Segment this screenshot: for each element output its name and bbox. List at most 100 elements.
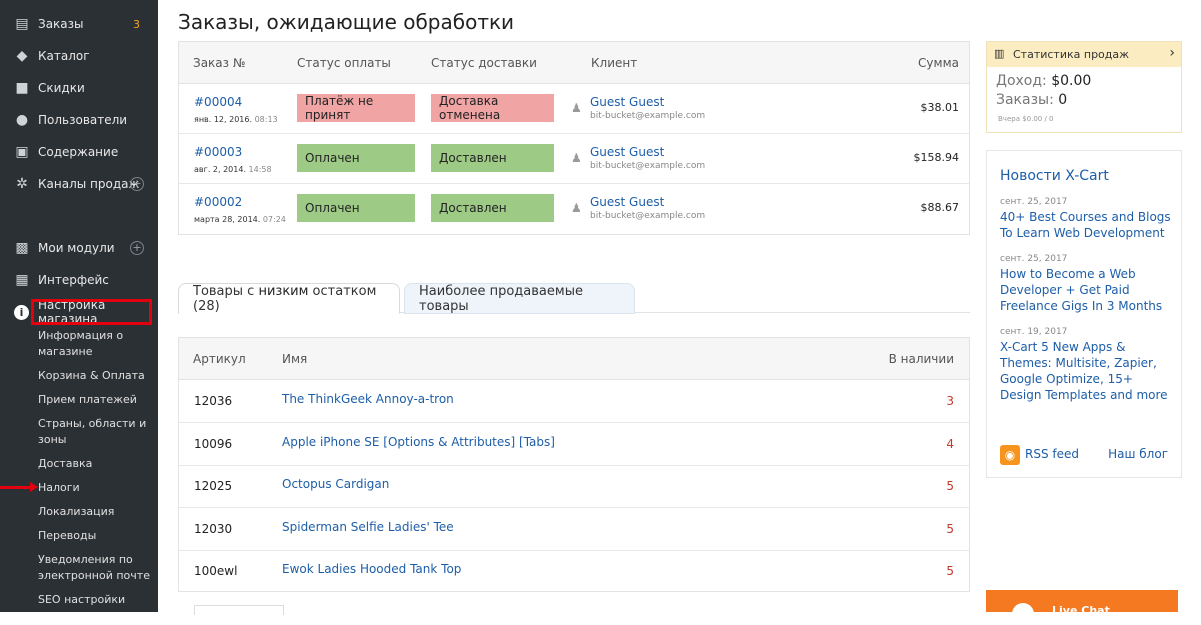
tag-icon: ◆ — [16, 48, 28, 64]
order-total: $158.94 — [913, 151, 960, 164]
table-row: 100ewl Ewok Ladies Hooded Tank Top 5 — [179, 550, 969, 593]
news-link[interactable]: 40+ Best Courses and Blogs To Learn Web … — [1000, 209, 1175, 241]
news-link[interactable]: How to Become a Web Developer + Get Paid… — [1000, 266, 1175, 314]
news-date: сент. 25, 2017 — [1000, 254, 1068, 264]
image-icon: ▦ — [15, 272, 29, 288]
sidebar-item-label: Пользователи — [38, 113, 128, 127]
sidebar-item-users[interactable]: ● Пользователи — [0, 108, 158, 132]
orders-line: Заказы: 0 — [996, 92, 1068, 108]
orders-icon: ▤ — [15, 16, 29, 32]
sidebar-item-discounts[interactable]: ■ Скидки — [0, 76, 158, 100]
order-total: $38.01 — [920, 101, 960, 114]
table-row: 12030 Spiderman Selfie Ladies' Tee 5 — [179, 508, 969, 551]
sidebar-item-my-modules[interactable]: ▩ Мои модули + — [0, 236, 158, 260]
sidebar-subitem-localization[interactable]: Локализация — [38, 504, 153, 520]
expand-plus-icon[interactable]: + — [130, 177, 144, 191]
table-row: #00004 янв. 12, 2016. 08:13 Платёж не пр… — [179, 84, 969, 134]
rss-icon[interactable]: ◉ — [1000, 445, 1020, 465]
info-icon: i — [14, 304, 29, 320]
column-header[interactable]: Имя — [282, 352, 307, 366]
shipping-status-badge[interactable]: Доставлен — [431, 144, 554, 172]
sidebar-subitem-seo[interactable]: SEO настройки — [38, 592, 153, 608]
column-header[interactable]: Заказ № — [193, 56, 245, 70]
news-date: сент. 25, 2017 — [1000, 197, 1068, 207]
news-item: сент. 19, 2017 X-Cart 5 New Apps & Theme… — [1000, 327, 1175, 403]
sidebar-item-sales-channels[interactable]: ✲ Каналы продаж + — [0, 172, 158, 196]
news-item: сент. 25, 2017 40+ Best Courses and Blog… — [1000, 197, 1175, 241]
sidebar-item-catalog[interactable]: ◆ Каталог — [0, 44, 158, 68]
client-name-link[interactable]: Guest Guest — [590, 195, 664, 209]
product-sku: 10096 — [194, 437, 233, 451]
payment-status-badge[interactable]: Платёж не принят — [297, 94, 415, 122]
highlight-box — [31, 299, 152, 325]
user-icon: ♟ — [571, 151, 582, 165]
tab-bestsellers[interactable]: Наиболее продаваемые товары — [404, 283, 635, 314]
sidebar-subitem-payment-methods[interactable]: Прием платежей — [38, 392, 153, 408]
shipping-status-badge[interactable]: Доставлен — [431, 194, 554, 222]
table-header: Заказ № Статус оплаты Статус доставки Кл… — [179, 42, 969, 84]
table-row: 12036 The ThinkGeek Annoy-a-tron 3 — [179, 380, 969, 423]
product-name-link[interactable]: The ThinkGeek Annoy-a-tron — [282, 392, 454, 406]
news-widget: Новости X-Cart сент. 25, 2017 40+ Best C… — [986, 150, 1182, 478]
order-number-link[interactable]: #00003 — [194, 145, 242, 159]
table-row: #00002 марта 28, 2014. 07:24 Оплачен Дос… — [179, 184, 969, 234]
pagination-control[interactable] — [194, 605, 284, 615]
column-header[interactable]: Клиент — [591, 56, 637, 70]
gift-icon: ■ — [15, 80, 29, 96]
table-row: 10096 Apple iPhone SE [Options & Attribu… — [179, 423, 969, 466]
sidebar-subitem-shipping[interactable]: Доставка — [38, 456, 153, 472]
expand-plus-icon[interactable]: + — [130, 241, 144, 255]
client-name-link[interactable]: Guest Guest — [590, 145, 664, 159]
stock-quantity: 3 — [946, 394, 954, 408]
product-name-link[interactable]: Ewok Ladies Hooded Tank Top — [282, 562, 461, 576]
orders-table: Заказ № Статус оплаты Статус доставки Кл… — [178, 41, 970, 235]
users-icon: ● — [15, 112, 29, 128]
live-chat-button[interactable]: Live Chat — [986, 590, 1178, 625]
sidebar-item-label: Скидки — [38, 81, 85, 95]
order-number-link[interactable]: #00004 — [194, 95, 242, 109]
stats-header[interactable]: ▥ Статистика продаж › — [987, 42, 1181, 67]
product-name-link[interactable]: Octopus Cardigan — [282, 477, 389, 491]
sidebar-item-content[interactable]: ▣ Содержание — [0, 140, 158, 164]
column-header[interactable]: В наличии — [889, 352, 954, 366]
table-header: Артикул Имя В наличии — [179, 338, 969, 380]
sidebar-subitem-store-info[interactable]: Информация о магазине — [38, 328, 153, 360]
product-sku: 12036 — [194, 394, 233, 408]
our-blog-link[interactable]: Наш блог — [1108, 447, 1168, 461]
sidebar-subitem-translations[interactable]: Переводы — [38, 528, 153, 544]
live-chat-label: Live Chat — [1052, 604, 1110, 617]
sidebar-subitem-cart-payment[interactable]: Корзина & Оплата — [38, 368, 153, 384]
sidebar-item-label: Каталог — [38, 49, 90, 63]
product-name-link[interactable]: Apple iPhone SE [Options & Attributes] [… — [282, 435, 555, 449]
shipping-status-badge[interactable]: Доставка отменена — [431, 94, 554, 122]
tab-low-stock[interactable]: Товары с низким остатком (28) — [178, 283, 400, 314]
column-header[interactable]: Сумма — [918, 56, 959, 70]
order-date: янв. 12, 2016. 08:13 — [194, 115, 278, 124]
order-number-link[interactable]: #00002 — [194, 195, 242, 209]
sidebar-subitem-taxes[interactable]: Налоги — [38, 480, 153, 496]
column-header[interactable]: Статус оплаты — [297, 56, 391, 70]
payment-status-badge[interactable]: Оплачен — [297, 144, 415, 172]
sidebar-item-label: Интерфейс — [38, 273, 109, 287]
order-date: авг. 2, 2014. 14:58 — [194, 165, 272, 174]
sidebar-item-label: Каналы продаж — [38, 177, 140, 191]
news-link[interactable]: X-Cart 5 New Apps & Themes: Multisite, Z… — [1000, 339, 1175, 403]
sidebar-item-interface[interactable]: ▦ Интерфейс — [0, 268, 158, 292]
chevron-right-icon[interactable]: › — [1169, 45, 1175, 61]
client-email: bit-bucket@example.com — [590, 111, 706, 121]
orders-count-badge: 3 — [133, 17, 140, 31]
client-name-link[interactable]: Guest Guest — [590, 95, 664, 109]
bar-chart-icon: ▥ — [994, 47, 1005, 60]
product-name-link[interactable]: Spiderman Selfie Ladies' Tee — [282, 520, 454, 534]
chat-icon — [1012, 603, 1034, 625]
product-tabs: Товары с низким остатком (28) Наиболее п… — [178, 283, 970, 314]
news-title[interactable]: Новости X-Cart — [1000, 168, 1109, 184]
payment-status-badge[interactable]: Оплачен — [297, 194, 415, 222]
rss-feed-link[interactable]: RSS feed — [1025, 447, 1079, 461]
sidebar-subitem-countries-zones[interactable]: Страны, области и зоны — [38, 416, 153, 448]
column-header[interactable]: Артикул — [193, 352, 246, 366]
sidebar-subitem-email-notifications[interactable]: Уведомления по электронной почте — [38, 552, 153, 584]
sidebar: ▤ Заказы 3 ◆ Каталог ■ Скидки ● Пользова… — [0, 0, 158, 612]
sidebar-item-orders[interactable]: ▤ Заказы 3 — [0, 12, 158, 36]
column-header[interactable]: Статус доставки — [431, 56, 537, 70]
